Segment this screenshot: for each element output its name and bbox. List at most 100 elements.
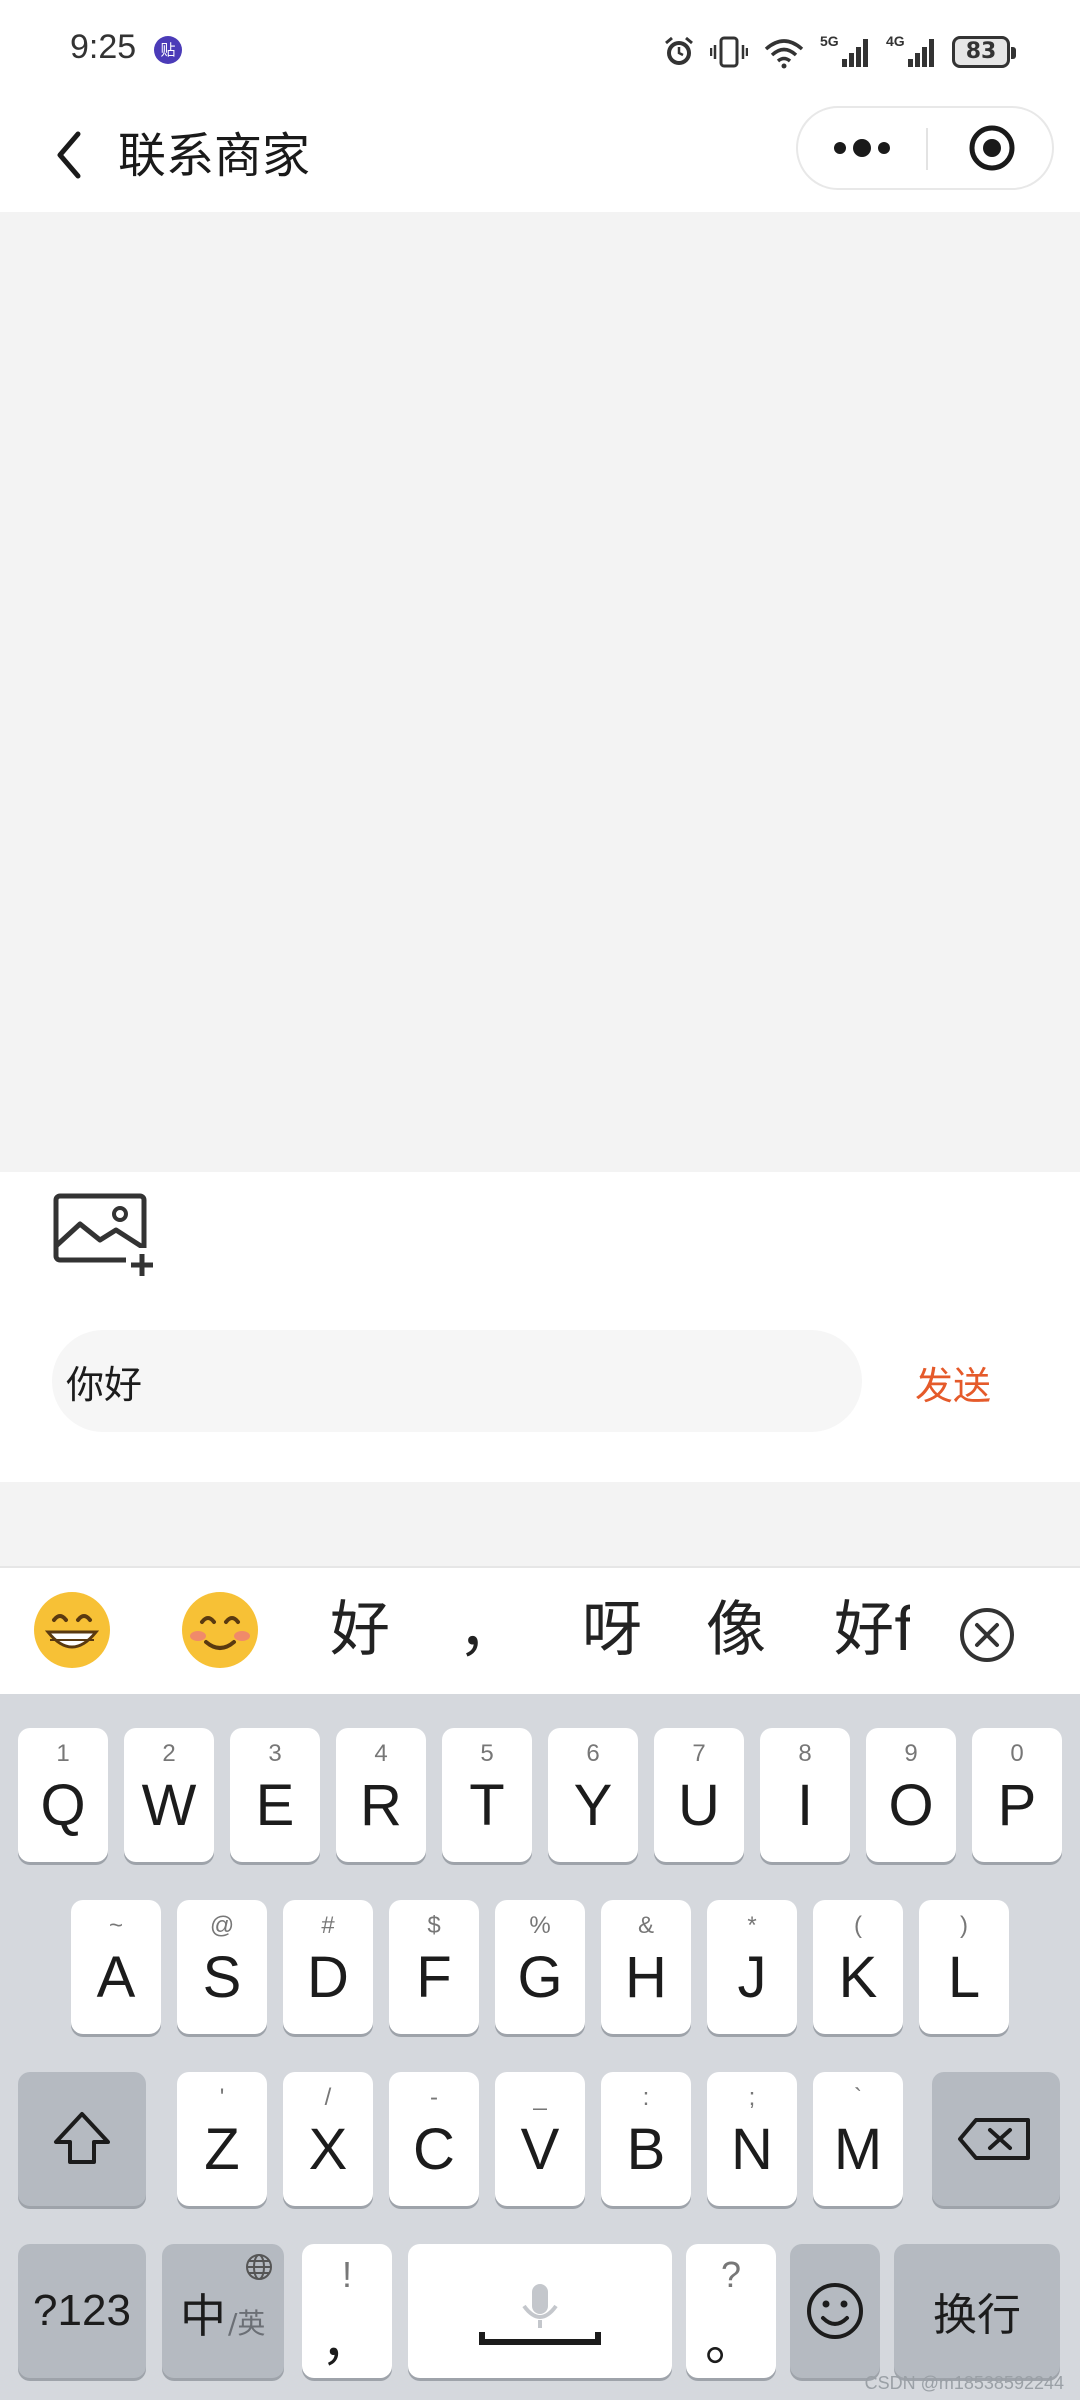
key-label: N [731, 2117, 773, 2182]
key-hint: 8 [798, 1740, 812, 1767]
key-o[interactable]: 9O [866, 1728, 956, 1862]
key-label: Q [40, 1773, 86, 1838]
candidate-word[interactable]: 像 [706, 1588, 766, 1672]
key-z[interactable]: ' Z [177, 2072, 267, 2206]
key-label: K [838, 1945, 878, 2010]
key-hint: 1 [56, 1740, 70, 1767]
backspace-key[interactable] [932, 2072, 1060, 2206]
key-y[interactable]: 6Y [548, 1728, 638, 1862]
status-time: 9:25 [70, 28, 137, 66]
close-mini-program-icon[interactable] [928, 108, 1054, 188]
alarm-icon [665, 36, 693, 65]
key-d[interactable]: # D [283, 1900, 373, 2034]
message-input[interactable] [52, 1330, 862, 1432]
key-hint: @ [209, 1912, 235, 1939]
key-b[interactable]: :B [601, 2072, 691, 2206]
key-hint: _ [533, 2084, 547, 2111]
key-label: Y [573, 1773, 613, 1838]
key-j[interactable]: * J [707, 1900, 797, 2034]
key-label: C [413, 2117, 455, 2182]
chat-input-panel: 发送 [0, 1172, 1080, 1482]
key-s[interactable]: @ S [177, 1900, 267, 2034]
key-hint: ( [854, 1912, 862, 1939]
key-hint: 3 [268, 1740, 282, 1767]
close-candidates-icon[interactable] [956, 1604, 1018, 1666]
key-hint: ` [854, 2084, 862, 2111]
more-options-icon[interactable] [798, 108, 926, 188]
comma-key[interactable]: ! ， [302, 2244, 392, 2378]
key-label: T [469, 1773, 505, 1838]
language-switch-key[interactable]: 中 /英 [162, 2244, 284, 2378]
key-x[interactable]: / X [283, 2072, 373, 2206]
watermark: CSDN @m18538592244 [864, 2373, 1064, 2393]
key-label: D [307, 1945, 349, 2010]
key-label: L [947, 1945, 981, 2010]
period-key[interactable]: ? 。 [686, 2244, 776, 2378]
nav-header: 联系商家 [0, 100, 1080, 212]
key-label: X [308, 2117, 348, 2182]
key-f[interactable]: $ F [389, 1900, 479, 2034]
language-main-label: 中 [180, 2289, 226, 2343]
key-v[interactable]: _ V [495, 2072, 585, 2206]
globe-icon [246, 2254, 272, 2280]
vibrate-icon [710, 36, 748, 68]
key-p[interactable]: 0P [972, 1728, 1062, 1862]
enter-key[interactable]: 换行 [894, 2244, 1060, 2378]
key-hint: 7 [692, 1740, 706, 1767]
key-label: S [202, 1945, 242, 2010]
key-label: A [96, 1945, 136, 2010]
key-w[interactable]: 2W [124, 1728, 214, 1862]
key-hint: 9 [904, 1740, 918, 1767]
key-g[interactable]: % G [495, 1900, 585, 2034]
key-a[interactable]: ~ A [71, 1900, 161, 2034]
key-label: 。 [704, 2314, 757, 2372]
key-label: ， [320, 2314, 373, 2372]
key-i[interactable]: 8I [760, 1728, 850, 1862]
emoji-key[interactable] [790, 2244, 880, 2378]
shift-icon [54, 2112, 110, 2164]
key-hint: ) [960, 1912, 968, 1939]
symbols-key-label: ?123 [33, 2286, 131, 2335]
key-e[interactable]: 3E [230, 1728, 320, 1862]
symbols-key[interactable]: ?123 [18, 2244, 146, 2378]
candidate-word[interactable]: 好 [330, 1588, 390, 1672]
page-title: 联系商家 [118, 128, 311, 184]
bottom-spacer [0, 1482, 1080, 1566]
chat-message-area[interactable] [0, 212, 1080, 1172]
key-q[interactable]: 1Q [18, 1728, 108, 1862]
key-t[interactable]: 5T [442, 1728, 532, 1862]
key-hint: ? [720, 2254, 742, 2295]
candidate-word[interactable]: 好f [834, 1588, 910, 1672]
key-label: O [888, 1773, 934, 1838]
shift-key[interactable] [18, 2072, 146, 2206]
battery-indicator: 83 [952, 36, 1016, 68]
wifi-icon [764, 39, 804, 69]
add-image-icon[interactable] [50, 1190, 160, 1280]
key-h[interactable]: & H [601, 1900, 691, 2034]
back-arrow-icon[interactable] [36, 120, 106, 190]
key-hint: : [642, 2084, 650, 2111]
key-r[interactable]: 4R [336, 1728, 426, 1862]
key-l[interactable]: ) L [919, 1900, 1009, 2034]
key-n[interactable]: ; N [707, 2072, 797, 2206]
key-label: M [833, 2117, 883, 2182]
key-label: B [626, 2117, 666, 2182]
key-k[interactable]: (K [813, 1900, 903, 2034]
key-hint: # [321, 1912, 335, 1939]
key-c[interactable]: -C [389, 2072, 479, 2206]
key-hint: ! [341, 2254, 352, 2295]
smiling-emoji-icon[interactable] [180, 1590, 260, 1670]
space-key[interactable] [408, 2244, 672, 2378]
key-hint: * [747, 1912, 757, 1939]
key-hint: & [637, 1912, 654, 1939]
candidate-word[interactable]: 呀 [582, 1588, 642, 1672]
key-hint: 2 [162, 1740, 176, 1767]
send-button[interactable]: 发送 [888, 1340, 1018, 1424]
key-m[interactable]: ` M [813, 2072, 903, 2206]
candidate-word[interactable]: ， [458, 1588, 518, 1672]
language-sub-label: /英 [228, 2307, 266, 2340]
key-label: E [255, 1773, 295, 1838]
key-u[interactable]: 7U [654, 1728, 744, 1862]
grinning-emoji-icon[interactable] [32, 1590, 112, 1670]
key-label: V [520, 2117, 560, 2182]
